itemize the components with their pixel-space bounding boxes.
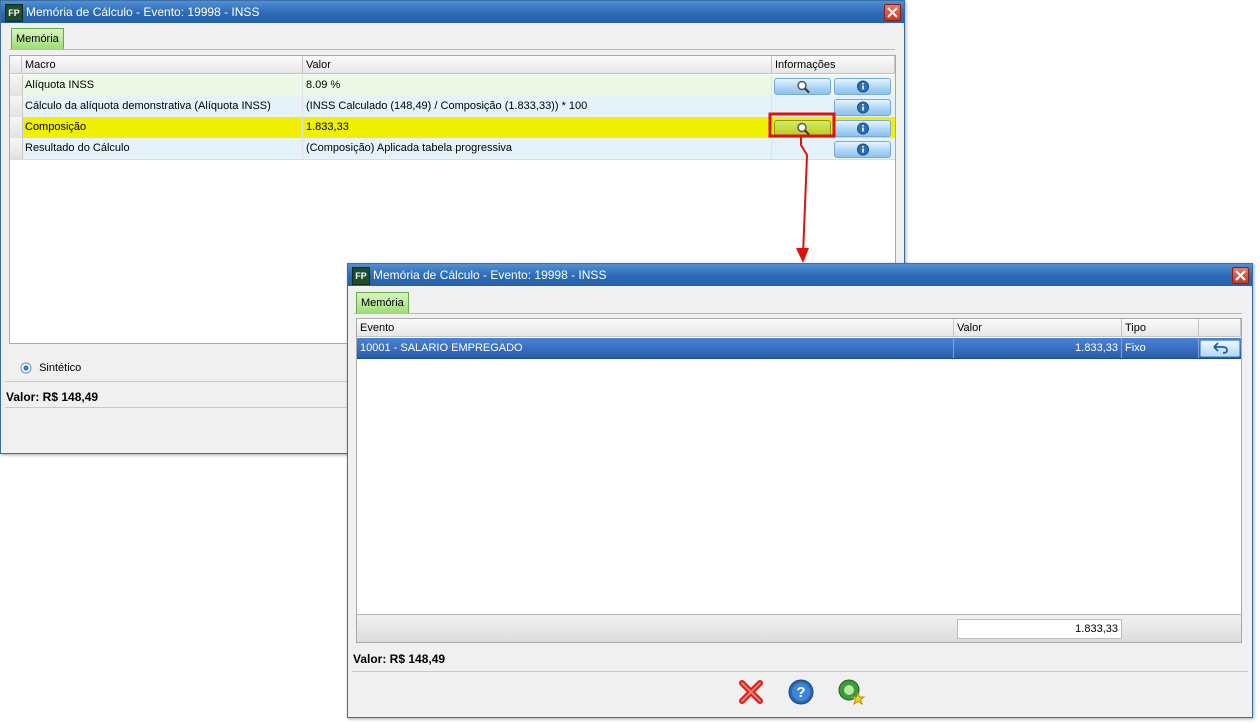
total-valor-field: 1.833,33	[957, 619, 1122, 639]
memoria-calculo-window-detail: FP Memória de Cálculo - Evento: 19998 - …	[347, 263, 1253, 718]
column-header-valor[interactable]: Valor	[303, 56, 772, 74]
divider	[352, 671, 1248, 672]
row-selector-header	[10, 56, 22, 74]
info-button[interactable]	[834, 78, 891, 95]
title-bar[interactable]: FP Memória de Cálculo - Evento: 19998 - …	[348, 264, 1252, 286]
column-header-action	[1199, 319, 1241, 337]
table-row-selected[interactable]: 10001 - SALARIO EMPREGADO 1.833,33 Fixo	[357, 338, 1241, 359]
tab-memoria[interactable]: Memória	[356, 292, 409, 313]
info-button[interactable]	[834, 141, 891, 158]
table-row[interactable]: Resultado do Cálculo (Composição) Aplica…	[10, 138, 895, 160]
evento-cell: 10001 - SALARIO EMPREGADO	[357, 338, 954, 358]
info-icon	[857, 80, 869, 93]
return-button[interactable]	[1200, 340, 1240, 357]
search-button[interactable]	[774, 78, 831, 95]
radio-sintetico[interactable]: Sintético	[20, 361, 81, 375]
undo-arrow-icon	[1213, 342, 1228, 354]
info-icon	[857, 143, 869, 156]
tab-divider	[354, 313, 1242, 314]
close-icon	[887, 7, 898, 18]
tab-divider	[9, 49, 895, 50]
info-button[interactable]	[834, 99, 891, 116]
valor-cell: (INSS Calculado (148,49) / Composição (1…	[303, 96, 772, 117]
window-title: Memória de Cálculo - Evento: 19998 - INS…	[373, 268, 607, 282]
column-header-tipo[interactable]: Tipo	[1122, 319, 1199, 337]
evento-grid: Evento Valor Tipo 10001 - SALARIO EMPREG…	[356, 318, 1242, 643]
header-label: Informações	[775, 59, 836, 71]
macro-cell: Resultado do Cálculo	[22, 138, 303, 159]
magnifier-icon	[797, 80, 810, 94]
status-valor: Valor: R$ 148,49	[6, 390, 99, 404]
app-logo-icon: FP	[352, 267, 370, 285]
window-title: Memória de Cálculo - Evento: 19998 - INS…	[26, 5, 260, 19]
search-button[interactable]	[774, 120, 831, 137]
valor-cell: (Composição) Aplicada tabela progressiva	[303, 138, 772, 159]
radio-label: Sintético	[39, 362, 82, 374]
column-header-informacoes[interactable]: Informações	[772, 56, 895, 74]
close-window-button[interactable]	[1232, 267, 1249, 284]
header-label: Valor	[957, 322, 982, 334]
macro-cell: Cálculo da alíquota demonstrativa (Alíqu…	[22, 96, 303, 117]
column-header-macro[interactable]: Macro	[22, 56, 303, 74]
header-label: Valor	[306, 59, 331, 71]
red-x-icon	[739, 680, 763, 704]
info-icon	[857, 101, 869, 114]
tab-label: Memória	[16, 33, 59, 45]
help-button[interactable]: ?	[786, 677, 816, 707]
cancel-button[interactable]	[736, 677, 766, 707]
info-button[interactable]	[834, 120, 891, 137]
column-header-valor[interactable]: Valor	[954, 319, 1122, 337]
new-favorite-button[interactable]	[836, 677, 866, 707]
header-label: Tipo	[1125, 322, 1146, 334]
valor-cell: 8.09 %	[303, 75, 772, 96]
svg-text:?: ?	[796, 684, 805, 701]
magnifier-icon	[797, 122, 810, 136]
radio-selected-icon	[20, 362, 32, 374]
valor-cell: 1.833,33	[954, 338, 1122, 358]
macro-cell: Composição	[22, 117, 303, 138]
tipo-cell: Fixo	[1122, 338, 1199, 358]
table-row[interactable]: Alíquota INSS 8.09 %	[10, 75, 895, 97]
title-bar[interactable]: FP Memória de Cálculo - Evento: 19998 - …	[1, 1, 904, 23]
macro-cell: Alíquota INSS	[22, 75, 303, 96]
table-row[interactable]: Cálculo da alíquota demonstrativa (Alíqu…	[10, 96, 895, 118]
tab-label: Memória	[361, 297, 404, 309]
header-label: Evento	[360, 322, 395, 334]
grid-footer: 1.833,33	[357, 614, 1241, 642]
status-valor: Valor: R$ 148,49	[353, 652, 446, 666]
table-row-highlighted[interactable]: Composição 1.833,33	[10, 117, 895, 139]
close-icon	[1235, 270, 1246, 281]
help-icon: ?	[788, 679, 814, 705]
globe-star-icon	[838, 679, 866, 706]
close-window-button[interactable]	[884, 4, 901, 21]
header-label: Macro	[25, 59, 56, 71]
app-logo-icon: FP	[5, 4, 23, 22]
column-header-evento[interactable]: Evento	[357, 319, 954, 337]
tab-memoria[interactable]: Memória	[11, 28, 64, 49]
valor-cell: 1.833,33	[303, 117, 772, 138]
info-icon	[857, 122, 869, 135]
